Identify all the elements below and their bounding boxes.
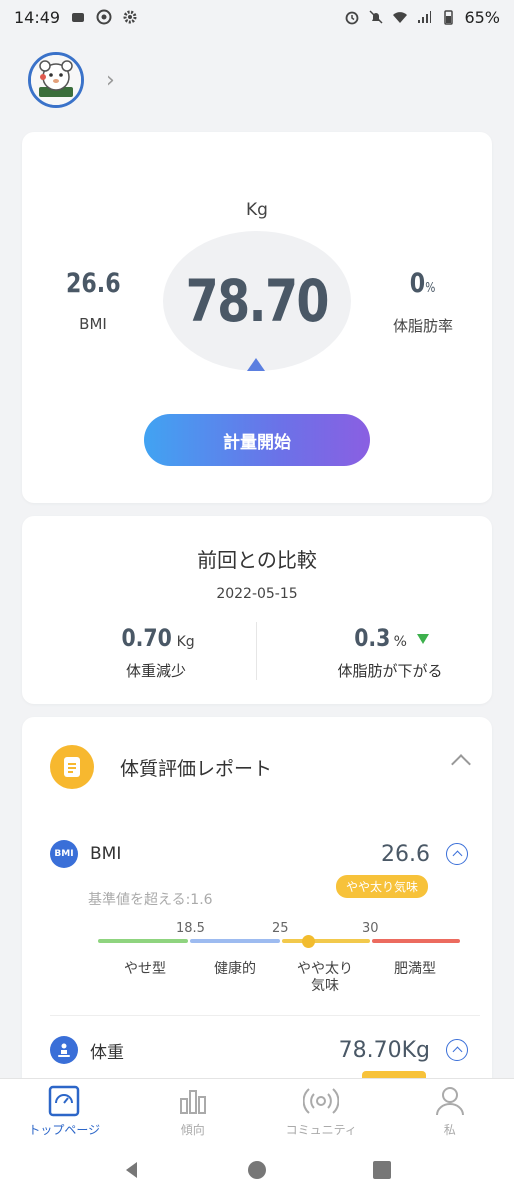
weight-metric-value: 78.70Kg [338, 1037, 430, 1063]
report-title: 体質評価レポート [120, 757, 273, 780]
bmi-exceed-text: 基準値を超える:1.6 [88, 892, 213, 908]
comparison-divider [256, 622, 257, 680]
comparison-date: 2022-05-15 [216, 586, 298, 602]
person-icon [435, 1087, 464, 1116]
report-card: 体質評価レポート BMI BMI 26.6 やや太り気味 基準値を超える:1.6… [22, 717, 492, 1137]
tab-me[interactable]: 私 [386, 1079, 514, 1140]
unit-label: Kg [246, 200, 268, 220]
recent-apps-icon[interactable] [372, 1160, 392, 1180]
tab-trend[interactable]: 傾向 [129, 1079, 258, 1140]
chevron-right-icon[interactable]: › [106, 68, 115, 93]
body-fat-stat: 0% 体脂肪率 [368, 268, 478, 336]
fat-change-value: 0.3 [354, 624, 391, 652]
pointer-triangle-icon [247, 358, 265, 371]
bmi-category: 健康的 [214, 961, 256, 977]
tab-community[interactable]: コミュニティ [257, 1079, 386, 1140]
fat-change-desc: 体脂肪が下がる [337, 662, 443, 680]
bmi-icon: BMI [50, 840, 78, 868]
measurement-card: Kg 26.6 BMI 78.70 0% 体脂肪率 計量開始 [22, 132, 492, 503]
system-navigation-bar [0, 1140, 514, 1200]
bmi-indicator-knob [302, 935, 315, 948]
body-fat-label: 体脂肪率 [392, 317, 453, 335]
comparison-title: 前回との比較 [197, 548, 317, 572]
tab-label: 私 [443, 1123, 456, 1137]
report-document-icon [50, 745, 94, 789]
bottom-tab-bar: トップページ 傾向 コミュニティ 私 [0, 1078, 514, 1140]
bmi-expand-toggle-icon[interactable] [446, 843, 468, 865]
fat-change-stat: 0.3% 体脂肪が下がる [290, 624, 490, 681]
bmi-threshold-labels: 18.5 25 30 [22, 921, 492, 937]
status-bar: 14:49 65% [0, 0, 514, 34]
threshold-label: 30 [362, 921, 379, 936]
weight-value: 78.70 [185, 267, 330, 335]
tab-label: 傾向 [180, 1123, 205, 1137]
bar-chart-icon [179, 1090, 206, 1114]
aperture-icon [96, 9, 112, 25]
bmi-category: やや太り 気味 [297, 961, 353, 994]
back-icon[interactable] [122, 1160, 142, 1180]
battery-percent: 65% [464, 7, 500, 27]
broadcast-icon [303, 1088, 340, 1114]
start-measure-button[interactable]: 計量開始 [144, 414, 370, 466]
weight-bubble: 78.70 [163, 231, 351, 371]
bmi-value: 26.6 [65, 268, 121, 299]
tab-label: トップページ [28, 1123, 101, 1137]
mute-bell-icon [369, 10, 383, 24]
wifi-icon [393, 12, 408, 23]
threshold-label: 18.5 [176, 921, 205, 936]
weight-change-unit: Kg [176, 634, 195, 650]
body-fat-value: 0 [410, 268, 426, 299]
bear-avatar-icon [31, 55, 81, 105]
threshold-label: 25 [272, 921, 289, 936]
scale-icon [49, 1085, 80, 1117]
bmi-stat: 26.6 BMI [38, 268, 148, 333]
weight-person-icon [50, 1036, 78, 1064]
bmi-bar-obese [372, 939, 460, 943]
fat-change-unit: % [393, 634, 407, 650]
weight-change-desc: 体重減少 [125, 662, 186, 680]
home-icon[interactable] [247, 1160, 267, 1180]
bmi-bar-healthy [190, 939, 280, 943]
profile-header[interactable]: › [28, 52, 115, 108]
settings-gear-icon [123, 10, 137, 24]
body-fat-unit: % [425, 281, 436, 296]
avatar[interactable] [28, 52, 84, 108]
bmi-bar-overweight [282, 939, 370, 943]
bmi-metric-row[interactable]: BMI BMI 26.6 [50, 839, 468, 869]
battery-icon [444, 10, 454, 25]
report-header: 体質評価レポート [50, 745, 272, 789]
signal-icon [418, 11, 432, 23]
weight-expand-toggle-icon[interactable] [446, 1039, 468, 1061]
down-arrow-icon [416, 634, 429, 644]
notification-icon [72, 13, 85, 22]
bmi-metric-name: BMI [90, 844, 122, 864]
weight-metric-row[interactable]: 体重 78.70Kg [50, 1035, 468, 1065]
row-divider [50, 1015, 480, 1016]
body-fat-value-wrap: 0% [410, 268, 436, 299]
bmi-metric-value: 26.6 [381, 841, 430, 867]
weight-metric-name: 体重 [90, 1042, 124, 1063]
alarm-icon [346, 11, 359, 25]
weight-change-stat: 0.70 Kg 体重減少 [56, 624, 256, 681]
tab-label: コミュニティ [285, 1123, 357, 1137]
bmi-label: BMI [79, 315, 107, 333]
tab-top-page[interactable]: トップページ [0, 1079, 129, 1140]
collapse-chevron-up-icon[interactable] [451, 754, 471, 774]
status-time: 14:49 [14, 7, 61, 27]
bmi-bar-underweight [98, 939, 188, 943]
weight-change-value: 0.70 [121, 624, 173, 652]
comparison-card: 前回との比較 2022-05-15 0.70 Kg 体重減少 0.3% 体脂肪が下… [22, 516, 492, 704]
bmi-category: 肥満型 [394, 961, 436, 977]
bmi-status-badge: やや太り気味 [336, 875, 429, 898]
bmi-category: やせ型 [124, 961, 166, 977]
